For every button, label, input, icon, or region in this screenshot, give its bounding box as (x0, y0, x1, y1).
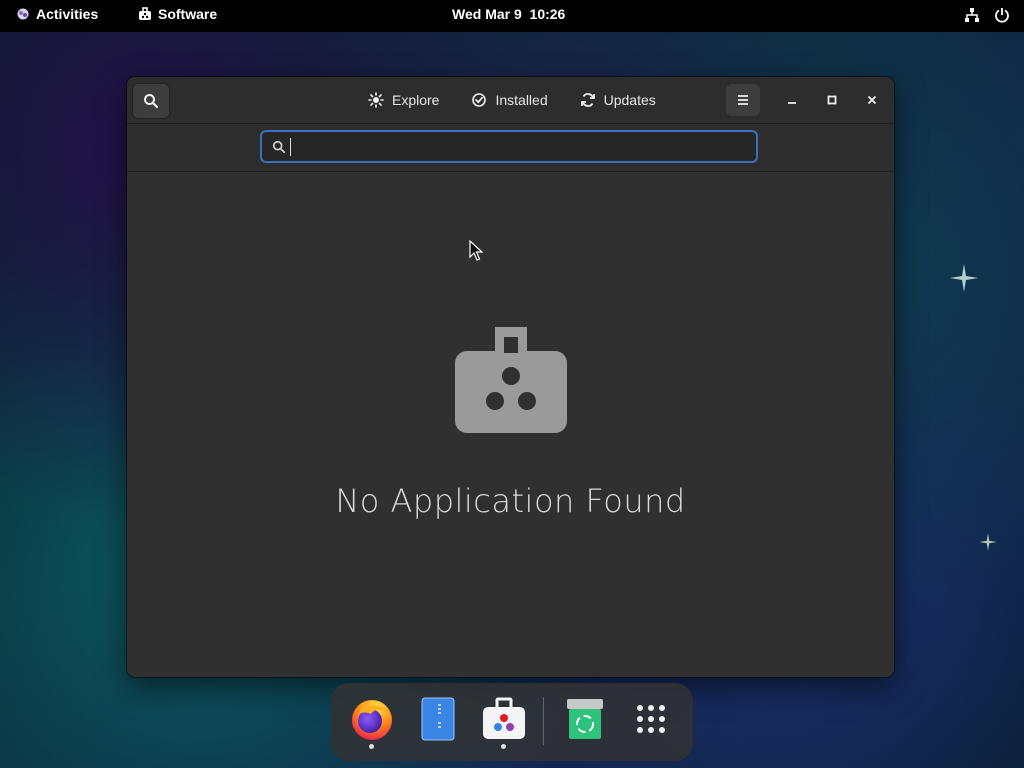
tab-explore[interactable]: Explore (352, 77, 455, 123)
running-indicator (369, 744, 374, 749)
bag-icon (138, 7, 152, 21)
firefox-icon (352, 700, 392, 740)
distro-logo-icon (16, 7, 30, 21)
trash-icon (567, 699, 603, 739)
tab-updates-label: Updates (603, 92, 656, 108)
dock (331, 683, 693, 761)
tab-installed[interactable]: Installed (455, 77, 563, 123)
network-icon[interactable] (964, 7, 980, 23)
search-input[interactable] (299, 137, 743, 156)
check-circle-icon (471, 92, 487, 108)
search-icon (143, 93, 159, 109)
bag-icon (455, 327, 567, 433)
refresh-icon (580, 92, 596, 108)
software-window: Explore Installed Updates No Application… (127, 77, 894, 677)
empty-state-message: No Application Found (335, 482, 686, 520)
files-icon (421, 697, 455, 741)
top-bar: Activities Software Wed Mar 9 10:26 (0, 0, 1024, 32)
tab-installed-label: Installed (495, 92, 548, 108)
maximize-button[interactable] (822, 90, 842, 110)
search-field[interactable] (260, 130, 758, 163)
hamburger-menu-icon (736, 93, 750, 107)
main-menu-button[interactable] (726, 84, 760, 116)
tab-explore-label: Explore (392, 92, 440, 108)
search-bar (127, 124, 894, 172)
minimize-icon (786, 94, 798, 106)
app-label: Software (158, 6, 218, 22)
running-indicator (501, 744, 506, 749)
search-toggle-button[interactable] (132, 83, 170, 119)
app-menu-button[interactable]: Software (138, 6, 217, 22)
search-icon (272, 140, 286, 154)
close-button[interactable] (862, 90, 882, 110)
minimize-button[interactable] (782, 90, 802, 110)
dock-item-software[interactable] (480, 695, 528, 743)
dock-item-files[interactable] (414, 695, 462, 743)
dock-separator (543, 697, 544, 745)
power-icon[interactable] (994, 7, 1010, 23)
empty-state: No Application Found (127, 172, 894, 677)
background-star (979, 533, 997, 551)
clock[interactable]: Wed Mar 9 10:26 (452, 6, 565, 22)
dock-item-firefox[interactable] (348, 695, 396, 743)
dock-item-app-grid[interactable] (627, 695, 675, 743)
text-cursor (290, 137, 291, 156)
header-bar: Explore Installed Updates (127, 77, 894, 124)
dock-item-trash[interactable] (561, 695, 609, 743)
activities-button[interactable]: Activities (16, 6, 98, 22)
mouse-pointer-icon (469, 240, 483, 261)
close-icon (866, 94, 878, 106)
app-grid-icon (637, 705, 665, 733)
tab-updates[interactable]: Updates (564, 77, 672, 123)
activities-label: Activities (36, 6, 99, 22)
background-star (950, 264, 978, 292)
maximize-icon (826, 94, 838, 106)
software-icon (483, 697, 525, 739)
explore-icon (368, 92, 384, 108)
